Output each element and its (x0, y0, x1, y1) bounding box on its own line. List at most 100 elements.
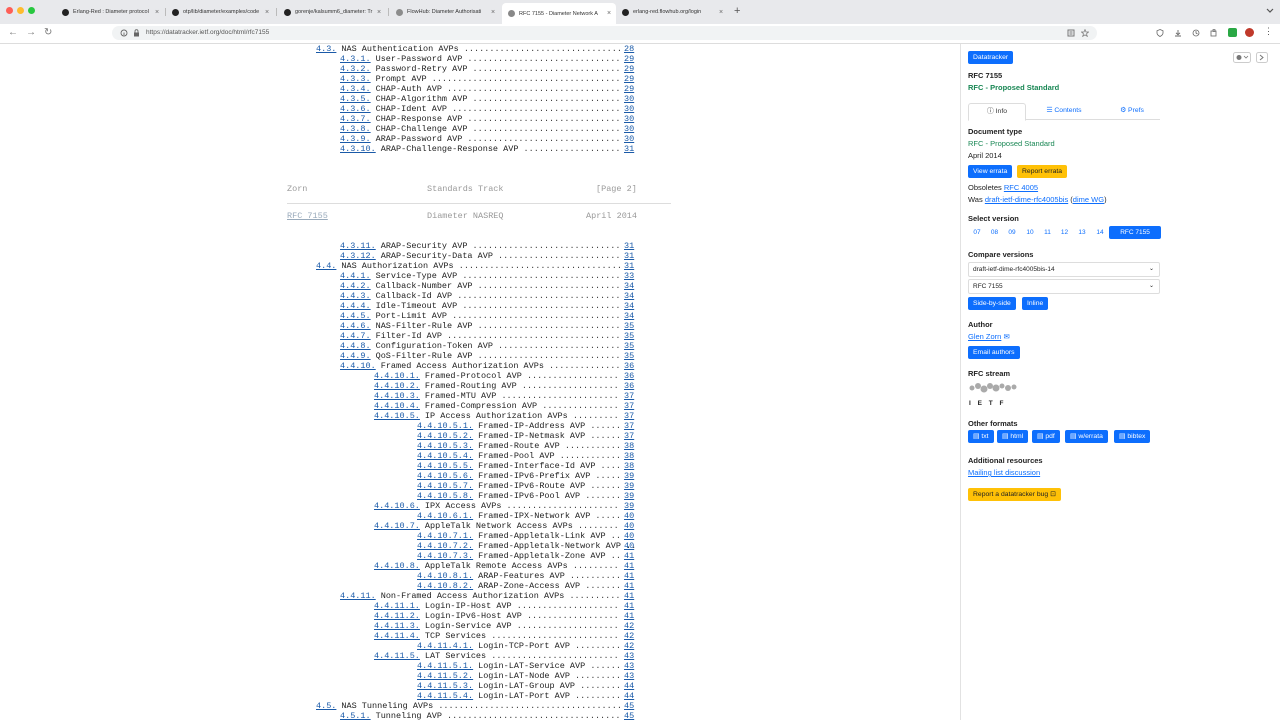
toc-page-number-link[interactable]: 43 (624, 651, 634, 661)
page-link[interactable]: 29 (624, 84, 634, 94)
page-link[interactable]: 40 (624, 511, 634, 521)
toc-page-number-link[interactable]: 28 (624, 44, 634, 54)
page-link[interactable]: 30 (624, 104, 634, 114)
toc-section-link[interactable]: 4.4.9. (340, 351, 371, 361)
page-link[interactable]: 33 (624, 271, 634, 281)
page-link[interactable]: 34 (624, 311, 634, 321)
toc-page-number-link[interactable]: 31 (624, 241, 634, 251)
toc-page-number-link[interactable]: 43 (624, 661, 634, 671)
toc-section-link[interactable]: 4.4.10.5. (374, 411, 420, 421)
tab-overflow-chevron-icon[interactable] (1266, 8, 1274, 14)
toc-page-number-link[interactable]: 38 (624, 441, 634, 451)
toc-page-number-link[interactable]: 35 (624, 341, 634, 351)
format-pdf-button[interactable]: ▤ pdf (1032, 430, 1060, 443)
toc-section-link[interactable]: 4.4.11. (340, 591, 376, 601)
view-errata-button[interactable]: View errata (968, 165, 1013, 178)
author-link[interactable]: Glen Zorn (968, 332, 1001, 341)
close-tab-icon[interactable]: × (263, 9, 271, 16)
toc-page-number-link[interactable]: 35 (624, 351, 634, 361)
format-txt-button[interactable]: ▤ txt (968, 430, 994, 443)
toc-section-link[interactable]: 4.4.11.4. (374, 631, 420, 641)
toc-page-number-link[interactable]: 42 (624, 631, 634, 641)
version-07[interactable]: 07 (968, 226, 986, 239)
toc-section-link[interactable]: 4.3.1. (340, 54, 371, 64)
page-link[interactable]: 41 (624, 601, 634, 611)
toc-page-number-link[interactable]: 31 (624, 144, 634, 154)
page-link[interactable]: 42 (624, 631, 634, 641)
toc-page-number-link[interactable]: 42 (624, 621, 634, 631)
version-09[interactable]: 09 (1003, 226, 1021, 239)
toc-section-link[interactable]: 4.4.10.8.1. (417, 571, 473, 581)
page-link[interactable]: 42 (624, 641, 634, 651)
reader-mode-icon[interactable] (1067, 29, 1075, 37)
was-draft-link[interactable]: draft-ietf-dime-rfc4005bis (985, 195, 1068, 204)
page-link[interactable]: 34 (624, 291, 634, 301)
format-bibtex-button[interactable]: ▤ bibtex (1114, 430, 1151, 443)
toc-page-number-link[interactable]: 29 (624, 64, 634, 74)
toc-section-link[interactable]: 4.3.3. (340, 74, 371, 84)
obsoletes-link[interactable]: RFC 4005 (1004, 183, 1038, 192)
toc-section-link[interactable]: 4.4.10.1. (374, 371, 420, 381)
sidebar-collapse-icon[interactable] (1256, 52, 1268, 63)
page-link[interactable]: 37 (624, 401, 634, 411)
toc-page-number-link[interactable]: 41 (624, 571, 634, 581)
page-link[interactable]: 36 (624, 381, 634, 391)
side-by-side-button[interactable]: Side-by-side (968, 297, 1016, 310)
toc-page-number-link[interactable]: 37 (624, 431, 634, 441)
page-link[interactable]: 30 (624, 114, 634, 124)
toc-page-number-link[interactable]: 44 (624, 681, 634, 691)
page-link[interactable]: 43 (624, 661, 634, 671)
toc-page-number-link[interactable]: 45 (624, 701, 634, 711)
page-link[interactable]: 40 (624, 541, 634, 551)
version-10[interactable]: 10 (1021, 226, 1039, 239)
toc-page-number-link[interactable]: 42 (624, 641, 634, 651)
toc-page-number-link[interactable]: 36 (624, 371, 634, 381)
toc-section-link[interactable]: 4.4.10.5.6. (417, 471, 473, 481)
extension-red-icon[interactable] (1245, 28, 1254, 37)
tab-contents[interactable]: ☰ Contents (1034, 103, 1094, 119)
page-link[interactable]: 31 (624, 261, 634, 271)
toc-page-number-link[interactable]: 30 (624, 104, 634, 114)
toc-section-link[interactable]: 4.4.11.5. (374, 651, 420, 661)
toc-page-number-link[interactable]: 34 (624, 311, 634, 321)
toc-section-link[interactable]: 4.4.1. (340, 271, 371, 281)
toc-page-number-link[interactable]: 40 (624, 541, 634, 551)
toc-page-number-link[interactable]: 37 (624, 391, 634, 401)
page-link[interactable]: 44 (624, 691, 634, 701)
toc-section-link[interactable]: 4.3.6. (340, 104, 371, 114)
toc-section-link[interactable]: 4.5.1. (340, 711, 371, 720)
toc-section-link[interactable]: 4.4.10.6.1. (417, 511, 473, 521)
page-link[interactable]: 37 (624, 421, 634, 431)
toc-section-link[interactable]: 4.4.10.2. (374, 381, 420, 391)
toc-page-number-link[interactable]: 41 (624, 581, 634, 591)
page-link[interactable]: 39 (624, 471, 634, 481)
version-rfc-7155[interactable]: RFC 7155 (1109, 226, 1161, 239)
format-errata-button[interactable]: ▤ w/errata (1065, 430, 1108, 443)
close-tab-icon[interactable]: × (717, 9, 725, 16)
version-13[interactable]: 13 (1073, 226, 1091, 239)
version-11[interactable]: 11 (1039, 226, 1056, 239)
page-link[interactable]: 31 (624, 241, 634, 251)
compare-from-select[interactable]: draft-ietf-dime-rfc4005bis-14 ⌄ (968, 262, 1160, 277)
toc-page-number-link[interactable]: 30 (624, 94, 634, 104)
download-icon[interactable] (1174, 29, 1182, 37)
toc-section-link[interactable]: 4.4.11.2. (374, 611, 420, 621)
toc-page-number-link[interactable]: 41 (624, 551, 634, 561)
toc-section-link[interactable]: 4.4.11.3. (374, 621, 420, 631)
browser-tab[interactable]: Erlang-Red : Diameter protocol × (56, 4, 164, 20)
page-link[interactable]: 41 (624, 571, 634, 581)
close-tab-icon[interactable]: × (153, 9, 161, 16)
toc-section-link[interactable]: 4.3.8. (340, 124, 371, 134)
page-link[interactable]: 39 (624, 491, 634, 501)
toc-page-number-link[interactable]: 36 (624, 361, 634, 371)
page-link[interactable]: 37 (624, 411, 634, 421)
toc-section-link[interactable]: 4.4.10.3. (374, 391, 420, 401)
page-link[interactable]: 35 (624, 331, 634, 341)
mailing-list-link[interactable]: Mailing list discussion (968, 468, 1040, 477)
toc-section-link[interactable]: 4.4.10.6. (374, 501, 420, 511)
history-icon[interactable] (1192, 29, 1200, 37)
toc-section-link[interactable]: 4.4.10.5.8. (417, 491, 473, 501)
forward-icon[interactable]: → (26, 27, 36, 38)
page-link[interactable]: 45 (624, 701, 634, 711)
toc-section-link[interactable]: 4.4.10.5.2. (417, 431, 473, 441)
